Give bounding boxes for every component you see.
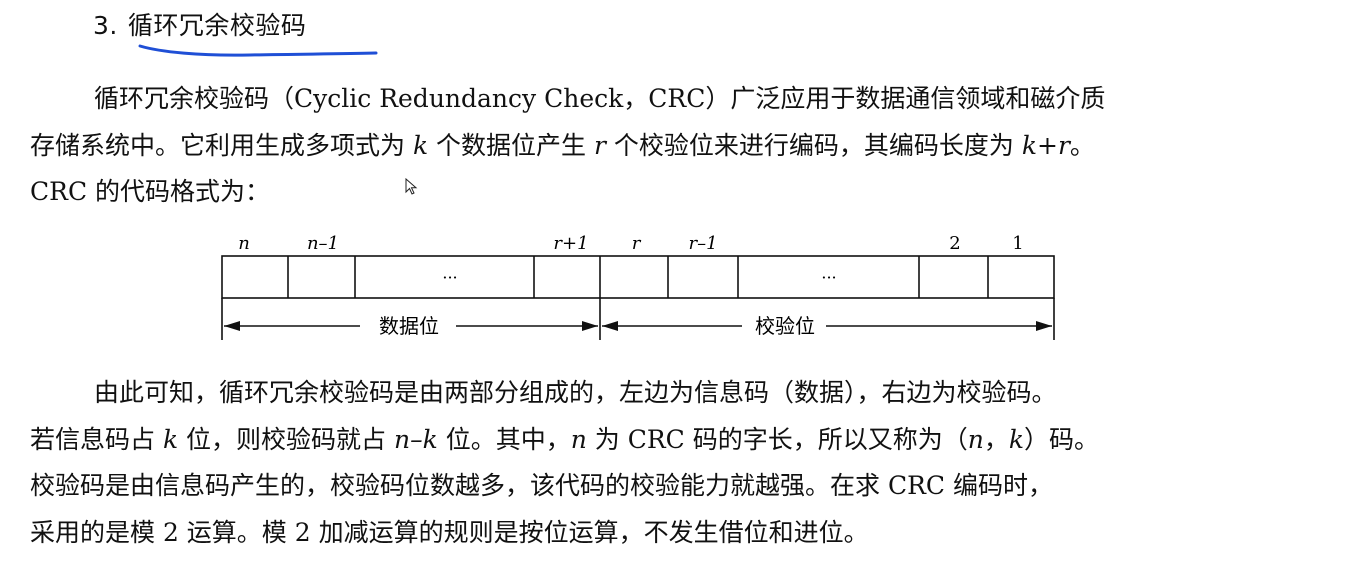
body-line-4: 采用的是模 2 运算。模 2 加减运算的规则是按位运算，不发生借位和进位。 — [30, 517, 869, 547]
data-bits-label: 数据位 — [379, 314, 439, 338]
check-left-arrowhead — [602, 321, 618, 331]
bit-label-1: 1 — [1012, 233, 1023, 254]
bit-label-2: 2 — [949, 233, 960, 254]
bit-cells — [221, 255, 1055, 299]
cells-outline — [221, 255, 1055, 299]
bit-label-n: n — [238, 233, 250, 254]
data-right-arrowhead — [582, 321, 598, 331]
body-line-2: 若信息码占 k 位，则校验码就占 n–k 位。其中，n 为 CRC 码的字长，所… — [30, 424, 1100, 454]
data-cells-ellipsis: ··· — [442, 268, 457, 287]
bit-label-r-plus-1: r+1 — [553, 233, 588, 254]
check-right-arrowhead — [1036, 321, 1052, 331]
span-brackets — [221, 298, 1055, 340]
data-left-arrowhead — [224, 321, 240, 331]
body-paragraph: 由此可知，循环冗余校验码是由两部分组成的，左边为信息码（数据），右边为校验码。 … — [30, 370, 1260, 556]
bit-label-r-minus-1: r–1 — [688, 233, 717, 254]
body-line-3: 校验码是由信息码产生的，校验码位数越多，该代码的校验能力就越强。在求 CRC 编… — [30, 471, 1053, 500]
body-line-1: 由此可知，循环冗余校验码是由两部分组成的，左边为信息码（数据），右边为校验码。 — [94, 378, 1057, 407]
bit-label-r: r — [632, 233, 642, 254]
bit-label-n-minus-1: n–1 — [307, 233, 339, 254]
check-bits-label: 校验位 — [755, 314, 815, 338]
check-cells-ellipsis: ··· — [821, 268, 836, 287]
